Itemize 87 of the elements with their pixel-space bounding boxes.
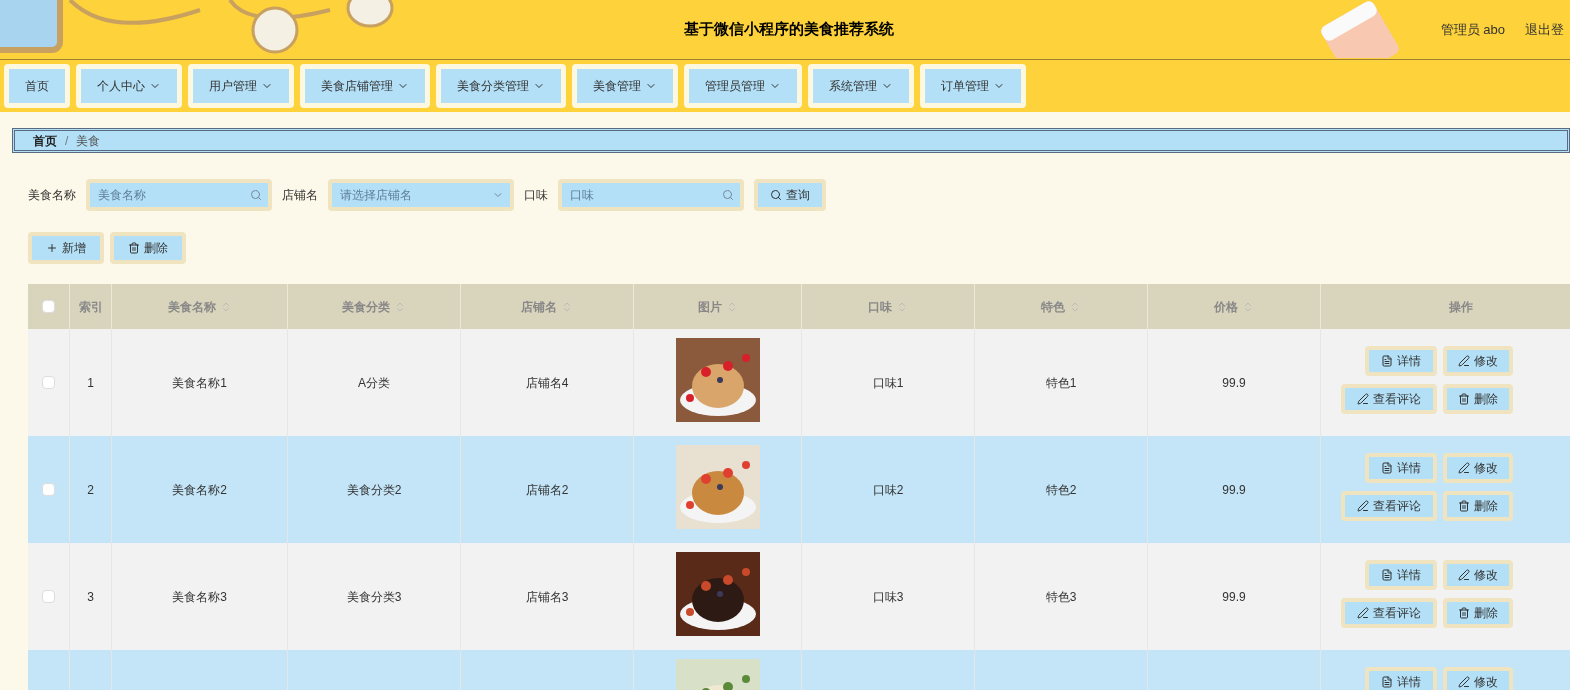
table-cell-text: 口味3 xyxy=(872,588,904,606)
table-cell-text: 99.9 xyxy=(1222,481,1246,499)
delete-button[interactable]: 删除 xyxy=(1443,491,1513,521)
search-icon xyxy=(722,189,734,201)
table-cell-text: 1 xyxy=(87,374,94,392)
select-all-checkbox[interactable] xyxy=(42,300,55,313)
table-cell-text: 店铺名4 xyxy=(525,374,569,392)
pen-icon xyxy=(1357,393,1369,405)
table-cell-text: 99.9 xyxy=(1222,374,1246,392)
table-cell-text: 2 xyxy=(87,481,94,499)
edit-button[interactable]: 修改 xyxy=(1443,453,1513,483)
nav-menu-item[interactable]: 管理员管理 xyxy=(684,64,802,108)
table-cell-text: 口味1 xyxy=(872,374,904,392)
document-icon xyxy=(1381,569,1393,581)
pen-icon xyxy=(1458,355,1470,367)
view-comments-button[interactable]: 查看评论 xyxy=(1341,598,1437,628)
table-cell-text: A分类 xyxy=(358,374,390,392)
table-cell-text: 美食分类3 xyxy=(346,588,402,606)
nav-menu-item[interactable]: 系统管理 xyxy=(808,64,914,108)
edit-button[interactable]: 修改 xyxy=(1443,346,1513,376)
nav-menu-item[interactable]: 订单管理 xyxy=(920,64,1026,108)
trash-icon xyxy=(1458,607,1470,619)
sort-icon xyxy=(394,300,406,313)
row-checkbox[interactable] xyxy=(42,590,55,603)
breadcrumb-link[interactable]: 首页 xyxy=(33,131,57,150)
details-button[interactable]: 详情 xyxy=(1365,346,1437,376)
trash-icon xyxy=(1458,500,1470,512)
details-button[interactable]: 详情 xyxy=(1365,560,1437,590)
filter-label: 美食名称 xyxy=(28,187,76,204)
search-field[interactable]: 口味 xyxy=(558,179,744,211)
edit-button[interactable]: 修改 xyxy=(1443,667,1513,690)
table-cell-text: 99.9 xyxy=(1222,588,1246,606)
delete-button[interactable]: 删除 xyxy=(110,232,186,264)
search-button[interactable]: 查询 xyxy=(754,179,826,211)
delete-button[interactable]: 删除 xyxy=(1443,384,1513,414)
trash-icon xyxy=(1458,393,1470,405)
sort-icon xyxy=(1069,300,1081,313)
breadcrumb-link[interactable]: 美食 xyxy=(76,131,101,150)
pen-icon xyxy=(1357,500,1369,512)
app-title: 基于微信小程序的美食推荐系统 xyxy=(684,19,894,40)
search-icon xyxy=(250,189,262,201)
sort-icon xyxy=(1242,300,1254,313)
shop-select[interactable]: 请选择店铺名 xyxy=(328,179,514,211)
delete-button[interactable]: 删除 xyxy=(1443,598,1513,628)
nav-menu-item[interactable]: 用户管理 xyxy=(188,64,294,108)
pen-icon xyxy=(1458,462,1470,474)
table-cell-text: 店铺名3 xyxy=(525,588,569,606)
plus-icon xyxy=(46,242,58,254)
admin-username: 管理员 abo xyxy=(1440,20,1505,39)
table-cell-text: 3 xyxy=(87,588,94,606)
trash-icon xyxy=(128,242,140,254)
table-cell-text: 店铺名2 xyxy=(525,481,569,499)
table-cell-text: 口味2 xyxy=(872,481,904,499)
nav-menu-item[interactable]: 美食分类管理 xyxy=(436,64,566,108)
sort-icon xyxy=(896,300,908,313)
nav-menu-item[interactable]: 美食管理 xyxy=(572,64,678,108)
search-icon xyxy=(770,189,782,201)
pen-icon xyxy=(1458,569,1470,581)
details-button[interactable]: 详情 xyxy=(1365,453,1437,483)
document-icon xyxy=(1381,462,1393,474)
pen-icon xyxy=(1357,607,1369,619)
details-button[interactable]: 详情 xyxy=(1365,667,1437,690)
filter-label: 店铺名 xyxy=(282,187,318,204)
table-cell-text: 美食名称2 xyxy=(172,481,227,499)
nav-menu-item[interactable]: 首页 xyxy=(4,64,70,108)
add-button[interactable]: 新增 xyxy=(28,232,104,264)
breadcrumb-separator: / xyxy=(65,132,69,150)
sort-icon xyxy=(561,300,573,313)
nav-menu-item[interactable]: 个人中心 xyxy=(76,64,182,108)
table-cell-text: 美食名称3 xyxy=(172,588,227,606)
table-cell-text: 特色2 xyxy=(1045,481,1077,499)
table-cell-text: 美食分类2 xyxy=(346,481,402,499)
document-icon xyxy=(1381,355,1393,367)
view-comments-button[interactable]: 查看评论 xyxy=(1341,491,1437,521)
table-cell-text: 特色3 xyxy=(1045,588,1077,606)
filter-label: 口味 xyxy=(524,187,548,204)
logout-link[interactable]: 退出登 xyxy=(1525,19,1564,40)
nav-menu-item[interactable]: 美食店铺管理 xyxy=(300,64,430,108)
pen-icon xyxy=(1458,676,1470,688)
table-cell-text: 美食名称1 xyxy=(172,374,227,392)
row-checkbox[interactable] xyxy=(42,483,55,496)
document-icon xyxy=(1381,676,1393,688)
search-field[interactable]: 美食名称 xyxy=(86,179,272,211)
edit-button[interactable]: 修改 xyxy=(1443,560,1513,590)
table-cell-text: 特色1 xyxy=(1045,374,1077,392)
view-comments-button[interactable]: 查看评论 xyxy=(1341,384,1437,414)
row-checkbox[interactable] xyxy=(42,376,55,389)
